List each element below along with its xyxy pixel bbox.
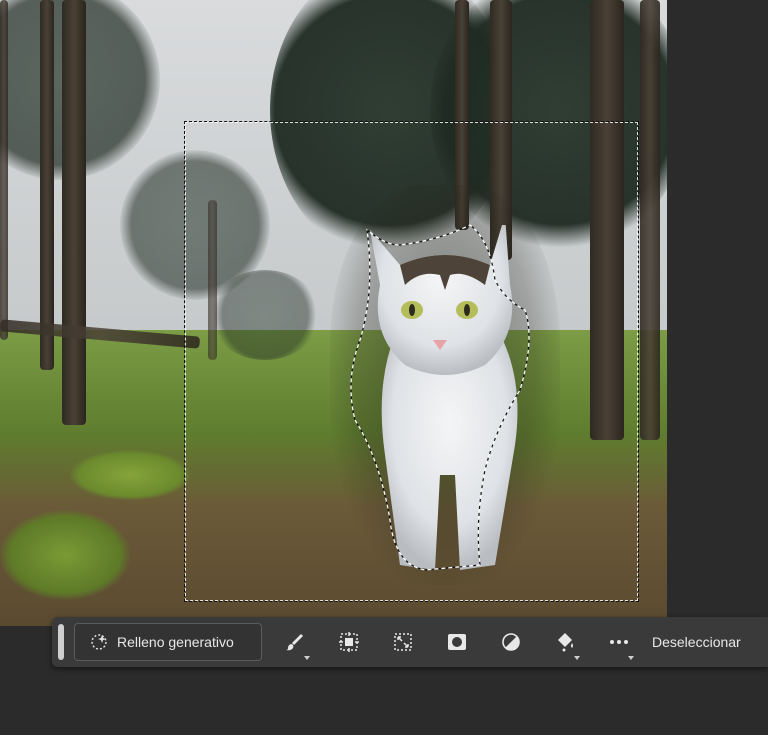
invert-selection-button[interactable]: [484, 617, 538, 667]
fill-bucket-icon: [558, 633, 573, 652]
deselect-button[interactable]: Deseleccionar: [652, 634, 741, 650]
more-options-icon: [610, 640, 628, 644]
drag-handle[interactable]: [58, 624, 64, 660]
cat-selection-outline[interactable]: [345, 220, 545, 580]
brush-tool-button[interactable]: [268, 617, 322, 667]
chevron-down-icon[interactable]: [628, 656, 634, 660]
generative-fill-button[interactable]: Relleno generativo: [74, 623, 262, 661]
image-canvas[interactable]: [0, 0, 667, 626]
mask-icon: [448, 634, 466, 650]
chevron-down-icon[interactable]: [574, 656, 580, 660]
transform-selection-button[interactable]: [376, 617, 430, 667]
generative-fill-label: Relleno generativo: [117, 634, 234, 650]
chevron-down-icon[interactable]: [304, 656, 310, 660]
transform-selection-icon: [394, 633, 412, 651]
workspace-background: [667, 0, 768, 617]
fill-button[interactable]: [538, 617, 592, 667]
more-options-button[interactable]: [592, 617, 646, 667]
invert-selection-icon: [502, 633, 520, 651]
sparkle-icon: [91, 634, 107, 650]
contextual-task-bar: Relleno generativo Deseleccionar: [52, 617, 768, 667]
expand-selection-icon: [339, 632, 359, 652]
mask-button[interactable]: [430, 617, 484, 667]
expand-selection-button[interactable]: [322, 617, 376, 667]
brush-icon: [286, 634, 303, 651]
